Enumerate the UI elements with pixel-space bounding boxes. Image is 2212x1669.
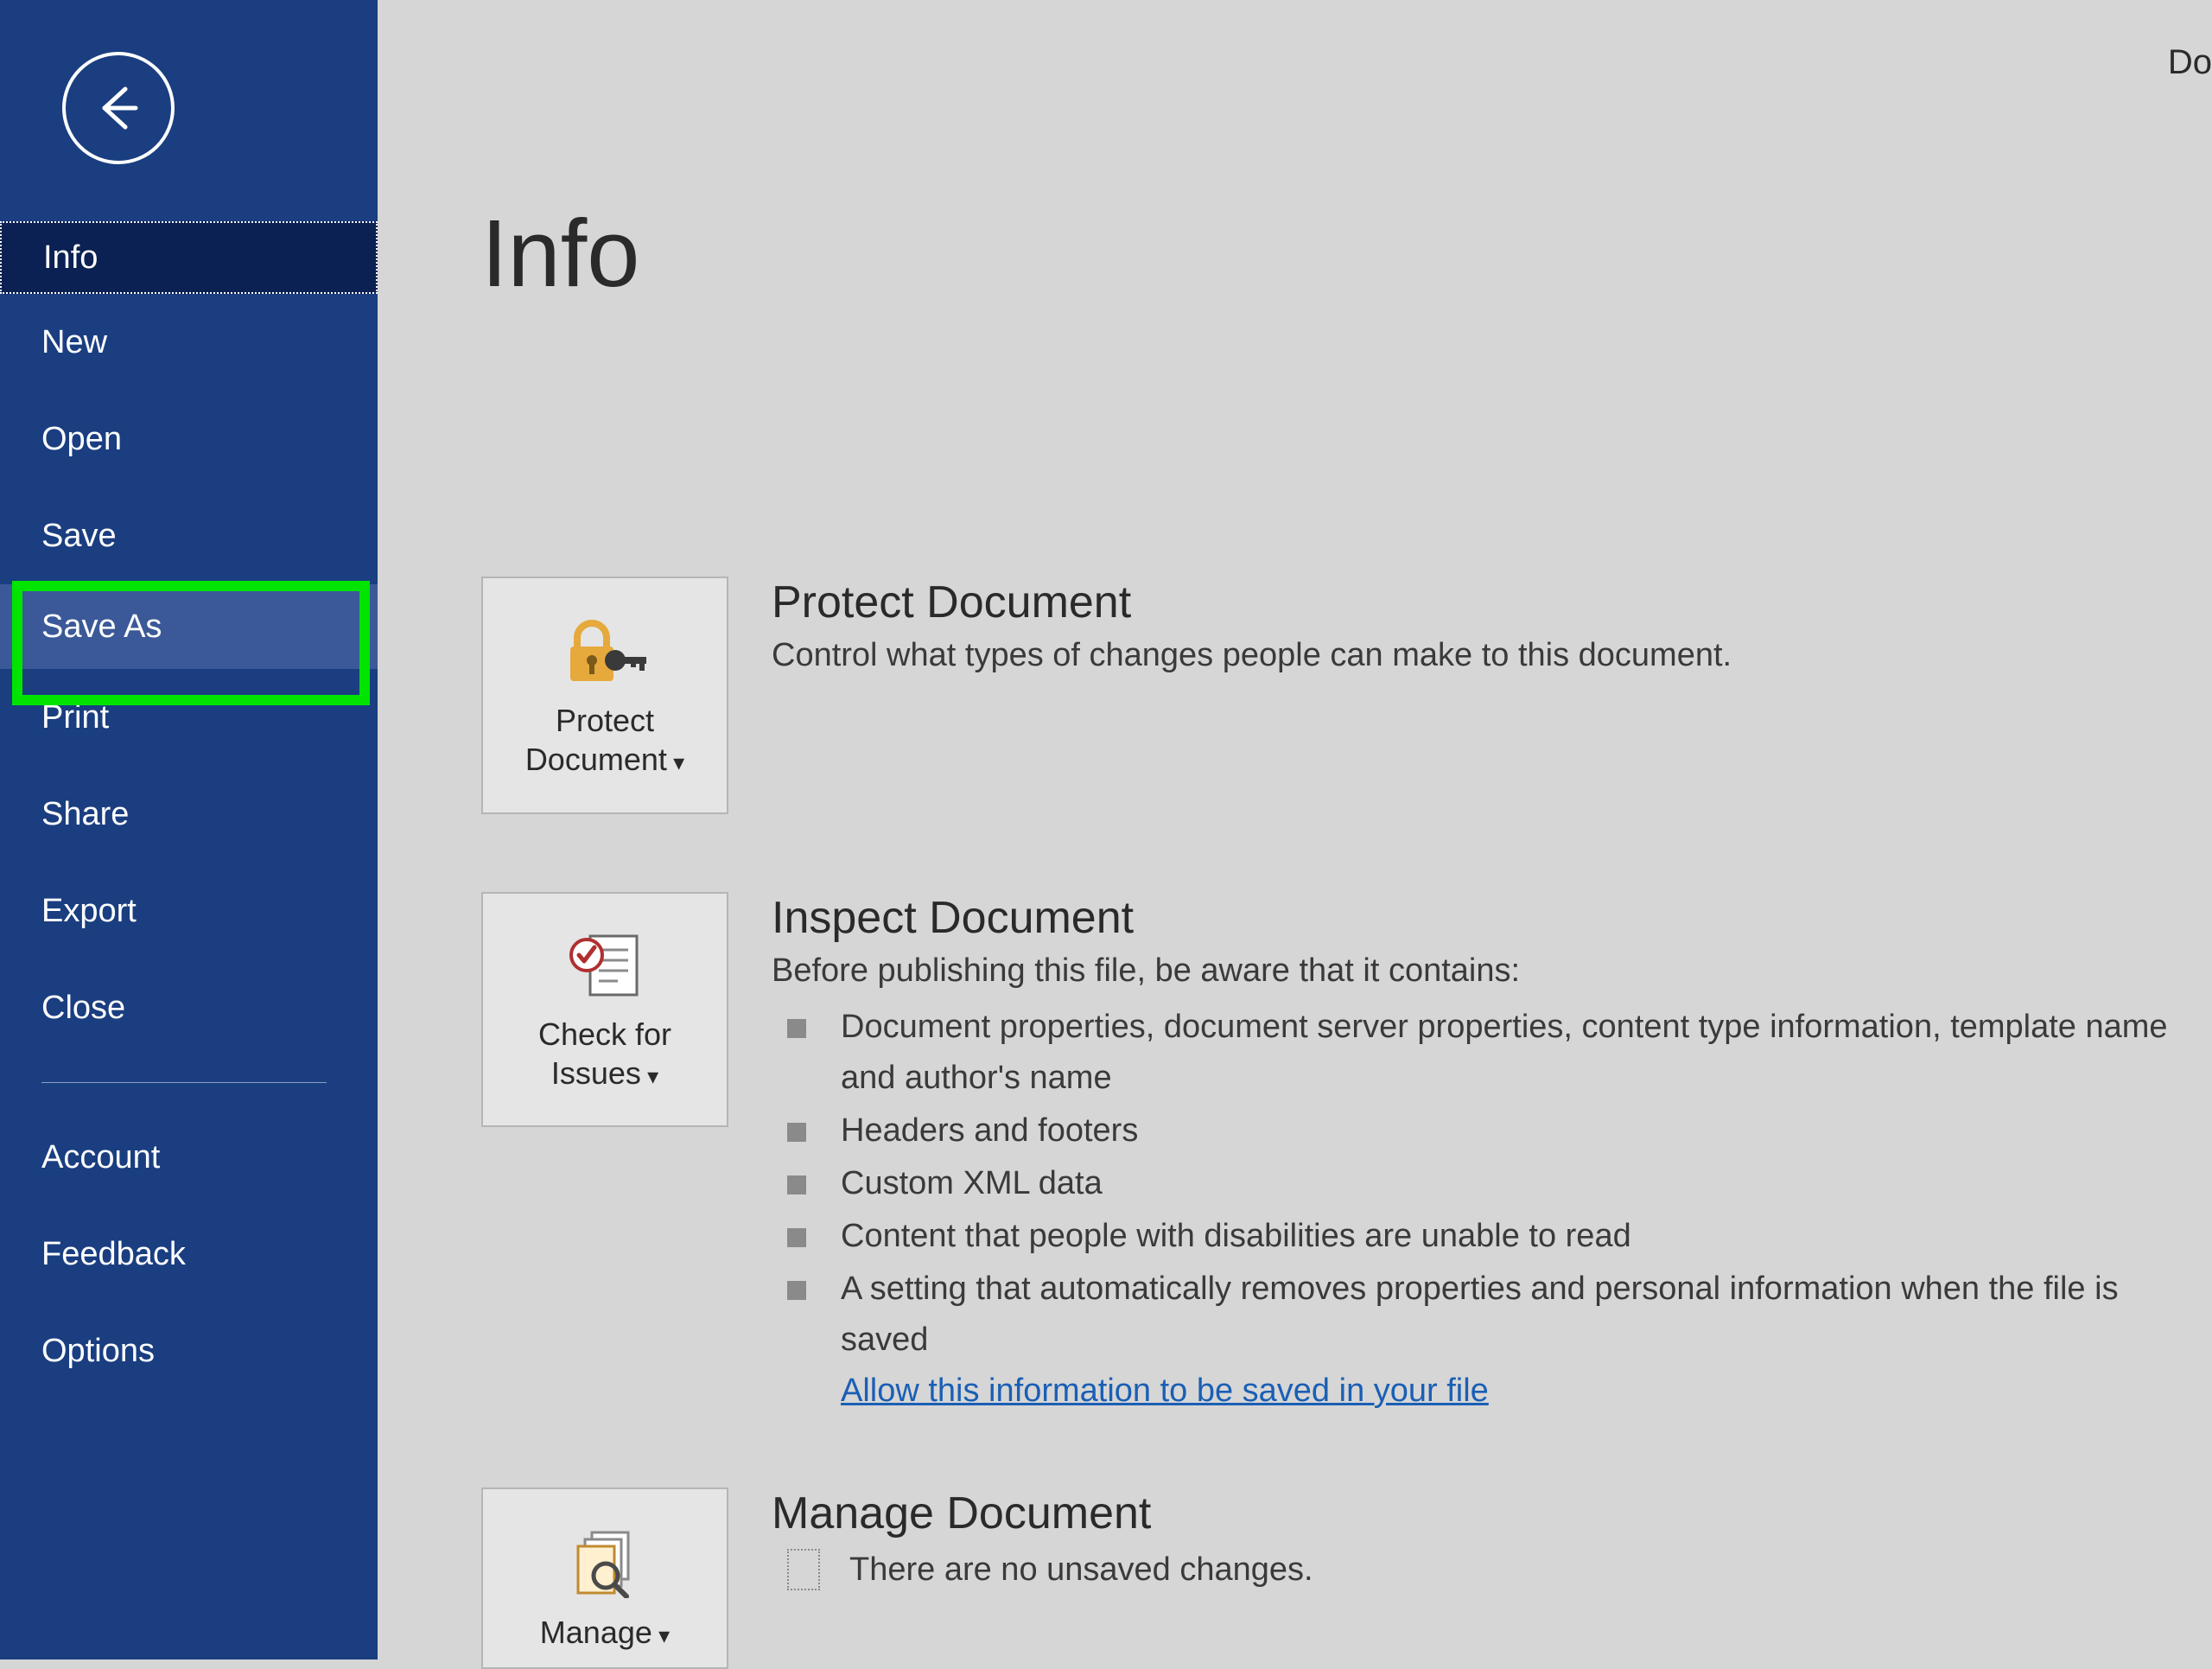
section-heading: Inspect Document xyxy=(772,892,2177,944)
manage-document-button[interactable]: Manage xyxy=(481,1487,728,1669)
nav-item-close[interactable]: Close xyxy=(0,959,378,1056)
nav-item-feedback[interactable]: Feedback xyxy=(0,1206,378,1303)
nav-item-save-as[interactable]: Save As xyxy=(0,584,378,669)
nav-item-export[interactable]: Export xyxy=(0,863,378,959)
nav-label: Share xyxy=(41,796,129,833)
inspect-section: Check for Issues Inspect Document Before… xyxy=(481,892,2212,1410)
nav-label: Close xyxy=(41,990,125,1027)
document-search-icon xyxy=(566,1525,644,1602)
nav-item-account[interactable]: Account xyxy=(0,1109,378,1206)
nav-label: Account xyxy=(41,1139,160,1176)
content-pane: Do Info Protect Document Protect Documen… xyxy=(378,0,2212,1659)
button-label: Protect Document xyxy=(525,701,684,779)
nav-item-info[interactable]: Info xyxy=(0,221,378,294)
nav-label: Feedback xyxy=(41,1236,186,1273)
document-outline-icon xyxy=(787,1549,820,1590)
nav-item-new[interactable]: New xyxy=(0,294,378,391)
page-title: Info xyxy=(481,199,2212,309)
back-button[interactable] xyxy=(62,52,175,164)
nav-item-print[interactable]: Print xyxy=(0,669,378,766)
lock-key-icon xyxy=(562,613,648,691)
nav-list: Info New Open Save Save As Print Share E… xyxy=(0,221,378,1399)
list-item: Document properties, document server pro… xyxy=(772,1002,2177,1104)
button-label: Check for Issues xyxy=(538,1015,671,1092)
section-heading: Protect Document xyxy=(772,577,1732,628)
button-label: Manage xyxy=(540,1613,670,1652)
manage-text: Manage Document There are no unsaved cha… xyxy=(772,1487,1348,1669)
manage-row: There are no unsaved changes. xyxy=(772,1548,1313,1592)
list-item: Headers and footers xyxy=(772,1105,2177,1156)
check-for-issues-button[interactable]: Check for Issues xyxy=(481,892,728,1127)
section-desc: Control what types of changes people can… xyxy=(772,634,1732,678)
titlebar-text-fragment: Do xyxy=(2168,43,2212,82)
nav-label: Export xyxy=(41,893,137,930)
manage-section: Manage Manage Document There are no unsa… xyxy=(481,1487,2212,1669)
nav-item-open[interactable]: Open xyxy=(0,391,378,487)
nav-item-share[interactable]: Share xyxy=(0,766,378,863)
list-item: Content that people with disabilities ar… xyxy=(772,1211,2177,1262)
list-item: Custom XML data xyxy=(772,1158,2177,1209)
document-check-icon xyxy=(566,927,644,1004)
allow-info-link[interactable]: Allow this information to be saved in yo… xyxy=(841,1373,1489,1410)
inspect-text: Inspect Document Before publishing this … xyxy=(772,892,2212,1410)
protect-section: Protect Document Protect Document Contro… xyxy=(481,577,2212,814)
back-arrow-icon xyxy=(92,82,144,134)
nav-label: Print xyxy=(41,699,109,736)
section-desc: Before publishing this file, be aware th… xyxy=(772,949,2177,993)
section-heading: Manage Document xyxy=(772,1487,1313,1539)
nav-item-save[interactable]: Save xyxy=(0,487,378,584)
nav-divider xyxy=(41,1082,327,1083)
list-item: A setting that automatically removes pro… xyxy=(772,1264,2177,1366)
nav-label: New xyxy=(41,324,107,361)
protect-text: Protect Document Control what types of c… xyxy=(772,577,1766,814)
nav-label: Open xyxy=(41,421,122,458)
protect-document-button[interactable]: Protect Document xyxy=(481,577,728,814)
manage-desc: There are no unsaved changes. xyxy=(849,1548,1313,1592)
inspect-bullets: Document properties, document server pro… xyxy=(772,1002,2177,1365)
nav-label: Options xyxy=(41,1333,155,1370)
nav-label: Save xyxy=(41,518,117,555)
nav-item-options[interactable]: Options xyxy=(0,1303,378,1399)
nav-label: Save As xyxy=(41,608,162,646)
nav-label: Info xyxy=(43,239,98,277)
backstage-sidebar: Info New Open Save Save As Print Share E… xyxy=(0,0,378,1659)
